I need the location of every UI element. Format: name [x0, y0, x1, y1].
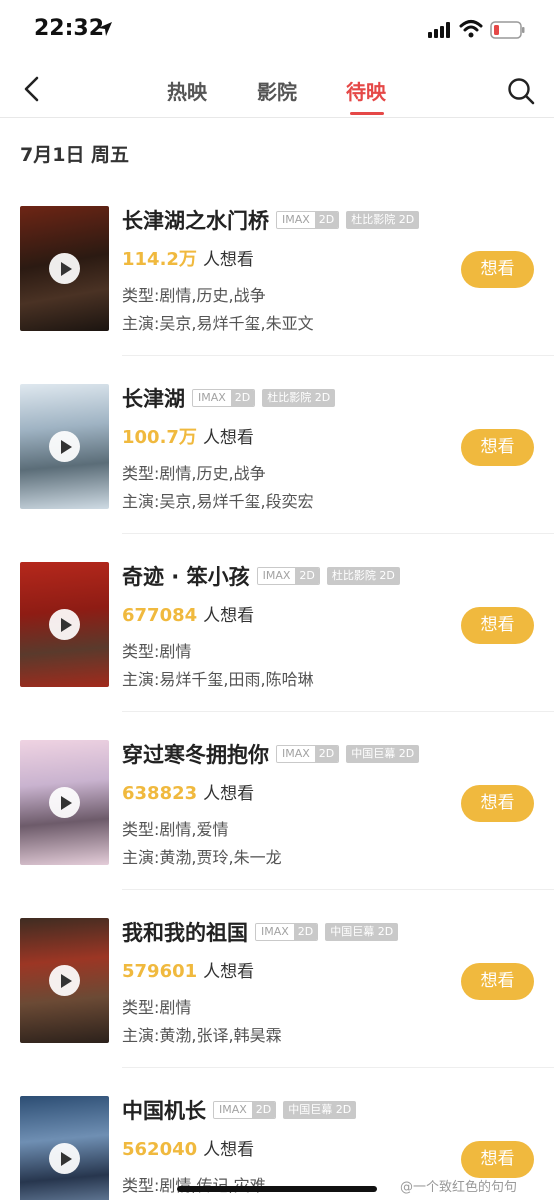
date-header: 7月1日 周五 — [20, 144, 130, 166]
tab-coming-soon[interactable]: 待映 — [346, 76, 386, 105]
movie-genre: 类型:剧情,爱情 — [122, 820, 229, 839]
tab-now-showing[interactable]: 热映 — [167, 76, 207, 105]
play-trailer-icon[interactable] — [49, 609, 80, 640]
top-navigation: 热映 影院 待映 — [0, 60, 554, 118]
movie-poster[interactable] — [20, 384, 109, 509]
movie-item[interactable]: 长津湖之水门桥 IMAX 2D 杜比影院 2D 114.2万 人想看 类型:剧情,… — [0, 178, 554, 356]
movie-genre: 类型:剧情,历史,战争 — [122, 286, 266, 305]
format-badge: 中国巨幕 2D — [325, 923, 399, 941]
play-trailer-icon[interactable] — [49, 787, 80, 818]
play-trailer-icon[interactable] — [49, 965, 80, 996]
format-badge: 中国巨幕 2D — [346, 745, 420, 763]
play-trailer-icon[interactable] — [49, 1143, 80, 1174]
want-to-see-button[interactable]: 想看 — [461, 251, 534, 288]
movie-list: 长津湖之水门桥 IMAX 2D 杜比影院 2D 114.2万 人想看 类型:剧情,… — [0, 178, 554, 1200]
back-chevron-icon[interactable] — [18, 74, 46, 104]
cellular-signal-icon — [428, 22, 450, 38]
home-indicator — [177, 1186, 377, 1192]
movie-item[interactable]: 奇迹 · 笨小孩 IMAX 2D 杜比影院 2D 677084 人想看 类型:剧情… — [0, 534, 554, 712]
movie-title[interactable]: 中国机长 — [122, 1095, 206, 1125]
movie-cast: 主演:黄渤,张译,韩昊霖 — [122, 1026, 282, 1045]
wifi-icon — [459, 20, 483, 38]
want-label: 人想看 — [203, 962, 255, 982]
want-to-see-button[interactable]: 想看 — [461, 607, 534, 644]
want-count: 114.2万 — [122, 249, 197, 270]
imax-badge: IMAX 2D — [276, 745, 340, 763]
want-label: 人想看 — [202, 428, 254, 448]
imax-badge: IMAX 2D — [192, 389, 256, 407]
want-label: 人想看 — [203, 784, 255, 804]
movie-poster[interactable] — [20, 740, 109, 865]
want-to-see-button[interactable]: 想看 — [461, 1141, 534, 1178]
movie-genre: 类型:剧情 — [122, 642, 192, 661]
format-badge: 杜比影院 2D — [346, 211, 420, 229]
movie-item[interactable]: 我和我的祖国 IMAX 2D 中国巨幕 2D 579601 人想看 类型:剧情 主… — [0, 890, 554, 1068]
movie-genre: 类型:剧情,传记,灾难 — [122, 1172, 266, 1196]
want-label: 人想看 — [203, 606, 255, 626]
imax-badge: IMAX 2D — [256, 567, 320, 585]
status-bar: 22:32 — [0, 0, 554, 60]
location-arrow-icon — [98, 22, 112, 36]
active-tab-indicator — [350, 112, 384, 115]
movie-title[interactable]: 穿过寒冬拥抱你 — [122, 739, 269, 769]
movie-item[interactable]: 穿过寒冬拥抱你 IMAX 2D 中国巨幕 2D 638823 人想看 类型:剧情,… — [0, 712, 554, 890]
want-to-see-button[interactable]: 想看 — [461, 963, 534, 1000]
movie-cast: 主演:黄渤,贾玲,朱一龙 — [122, 848, 282, 867]
movie-genre: 类型:剧情 — [122, 998, 192, 1017]
movie-poster[interactable] — [20, 918, 109, 1043]
movie-genre: 类型:剧情,历史,战争 — [122, 464, 266, 483]
battery-low-icon — [490, 21, 525, 39]
watermark: @一个致红色的句句 — [400, 1180, 518, 1195]
movie-poster[interactable] — [20, 562, 109, 687]
movie-cast: 主演:吴京,易烊千玺,段奕宏 — [122, 492, 314, 511]
want-count: 638823 — [122, 783, 198, 804]
play-trailer-icon[interactable] — [49, 253, 80, 284]
want-count: 100.7万 — [122, 427, 197, 448]
movie-poster[interactable] — [20, 1096, 109, 1200]
play-trailer-icon[interactable] — [49, 431, 80, 462]
want-label: 人想看 — [202, 250, 254, 270]
movie-title[interactable]: 奇迹 · 笨小孩 — [122, 561, 250, 591]
want-count: 562040 — [122, 1139, 198, 1160]
want-to-see-button[interactable]: 想看 — [461, 785, 534, 822]
format-badge: 杜比影院 2D — [262, 389, 336, 407]
format-badge: 杜比影院 2D — [326, 567, 400, 585]
movie-poster[interactable] — [20, 206, 109, 331]
want-to-see-button[interactable]: 想看 — [461, 429, 534, 466]
movie-title[interactable]: 我和我的祖国 — [122, 917, 248, 947]
tab-cinemas[interactable]: 影院 — [257, 76, 297, 105]
movie-title[interactable]: 长津湖 — [122, 383, 185, 413]
search-icon[interactable] — [506, 76, 536, 106]
imax-badge: IMAX 2D — [255, 923, 319, 941]
movie-cast: 主演:吴京,易烊千玺,朱亚文 — [122, 314, 314, 333]
status-time: 22:32 — [34, 16, 105, 41]
movie-item[interactable]: 长津湖 IMAX 2D 杜比影院 2D 100.7万 人想看 类型:剧情,历史,战… — [0, 356, 554, 534]
want-count: 579601 — [122, 961, 198, 982]
format-badge: 中国巨幕 2D — [283, 1101, 357, 1119]
want-count: 677084 — [122, 605, 198, 626]
imax-badge: IMAX 2D — [213, 1101, 277, 1119]
want-label: 人想看 — [203, 1140, 255, 1160]
movie-cast: 主演:易烊千玺,田雨,陈哈琳 — [122, 670, 314, 689]
imax-badge: IMAX 2D — [276, 211, 340, 229]
movie-title[interactable]: 长津湖之水门桥 — [122, 205, 269, 235]
